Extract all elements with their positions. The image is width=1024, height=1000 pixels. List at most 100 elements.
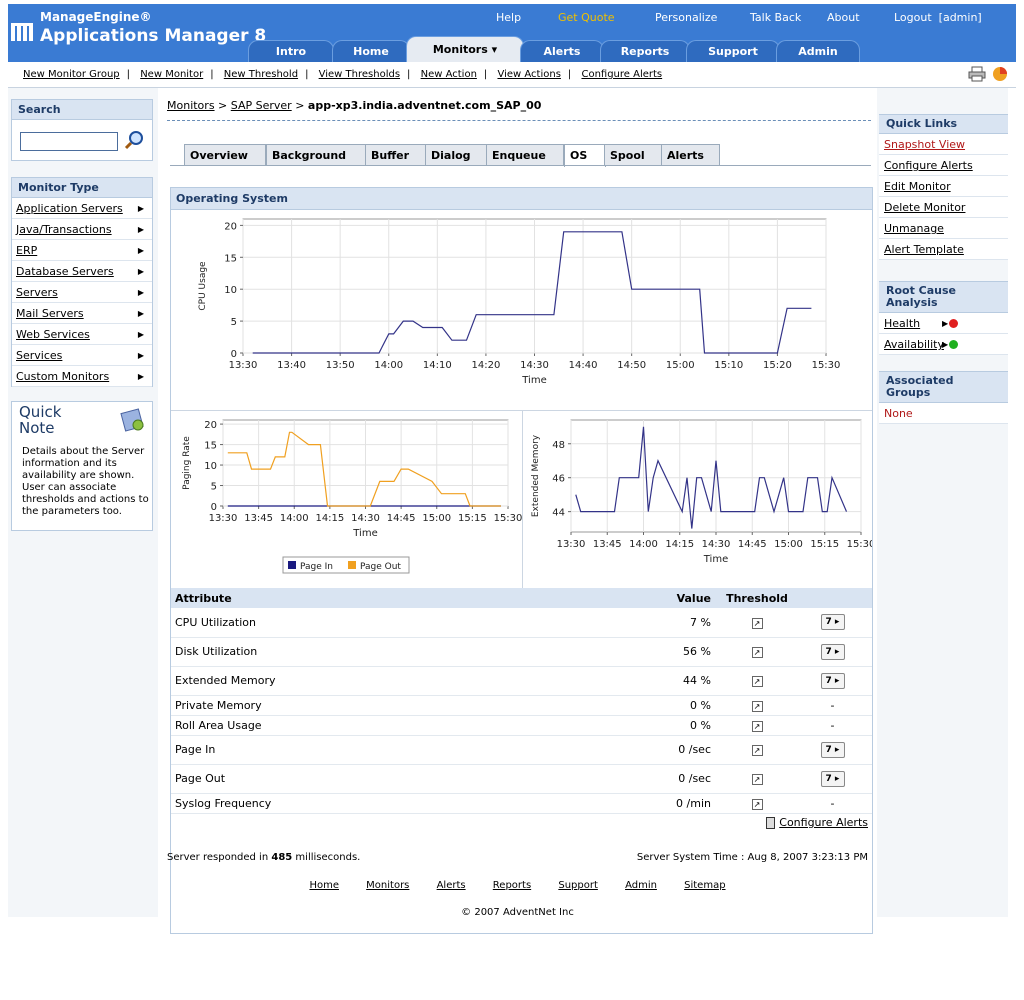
subtab-buffer[interactable]: Buffer xyxy=(365,144,427,166)
new-action-link[interactable]: New Action xyxy=(421,69,477,80)
subtab-enqueue[interactable]: Enqueue xyxy=(486,144,564,166)
search-input[interactable] xyxy=(20,132,118,151)
attribute-value: 0 % xyxy=(649,715,721,736)
delete-monitor-link[interactable]: Delete Monitor xyxy=(879,197,1008,218)
about-link[interactable]: About xyxy=(827,11,860,24)
subtab-label: Enqueue xyxy=(492,149,546,162)
monitor-type-java-transactions[interactable]: Java/Transactions ▶ xyxy=(12,219,152,240)
history-report-button[interactable]: 7 ▸ xyxy=(820,643,845,660)
footer-support-link[interactable]: Support xyxy=(558,880,598,891)
pie-chart-icon[interactable] xyxy=(992,66,1008,82)
x-tick-label: 15:30 xyxy=(847,539,872,550)
subtab-label: Alerts xyxy=(667,149,704,162)
history-report-button[interactable]: 7 ▸ xyxy=(820,614,845,631)
alert-template-link[interactable]: Alert Template xyxy=(879,239,1008,260)
footer-admin-link[interactable]: Admin xyxy=(625,880,657,891)
threshold-edit-icon[interactable]: ↗ xyxy=(751,676,763,687)
monitor-type-panel: Monitor Type Application Servers ▶ Java/T… xyxy=(11,177,153,387)
subtab-alerts[interactable]: Alerts xyxy=(661,144,720,166)
no-action: - xyxy=(830,718,835,732)
history-report-button[interactable]: 7 ▸ xyxy=(820,741,845,758)
footer-monitors-link[interactable]: Monitors xyxy=(366,880,409,891)
tab-label: Support xyxy=(708,45,758,58)
configure-alerts-link[interactable]: Configure Alerts xyxy=(581,69,662,80)
x-tick-label: 15:00 xyxy=(774,539,803,550)
tab-support[interactable]: Support xyxy=(686,40,780,62)
threshold-edit-icon[interactable]: ↗ xyxy=(751,617,763,629)
new-threshold-link[interactable]: New Threshold xyxy=(224,69,298,80)
x-tick-label: 14:30 xyxy=(351,513,380,524)
logout-link[interactable]: Logout [admin] xyxy=(894,11,982,24)
y-tick-label: 20 xyxy=(224,221,237,232)
sub-navigation: New Monitor Group | New Monitor | New Thre… xyxy=(8,62,1016,88)
help-link[interactable]: Help xyxy=(496,11,521,24)
subtab-os[interactable]: OS xyxy=(564,144,606,167)
footer-alerts-link[interactable]: Alerts xyxy=(437,880,466,891)
unmanage-link[interactable]: Unmanage xyxy=(879,218,1008,239)
history-report-button[interactable]: 7 ▸ xyxy=(820,770,845,787)
tab-home[interactable]: Home xyxy=(332,40,410,62)
action-cell: 7 ▸ xyxy=(793,608,872,638)
threshold-edit-icon[interactable]: ↗ xyxy=(751,720,763,732)
tab-intro[interactable]: Intro xyxy=(248,40,334,62)
alert-config-icon xyxy=(766,817,776,829)
monitor-type-services[interactable]: Services ▶ xyxy=(12,345,152,366)
x-tick-label: 13:30 xyxy=(557,539,586,550)
monitor-type-label: Java/Transactions xyxy=(16,223,112,236)
availability-status-icon[interactable] xyxy=(949,340,958,349)
monitor-type-database-servers[interactable]: Database Servers ▶ xyxy=(12,261,152,282)
attribute-table: Attribute Value Threshold CPU Utilizatio… xyxy=(171,588,872,814)
monitor-type-mail-servers[interactable]: Mail Servers ▶ xyxy=(12,303,152,324)
footer-reports-link[interactable]: Reports xyxy=(493,880,531,891)
footer-home-link[interactable]: Home xyxy=(309,880,339,891)
x-tick-label: 14:15 xyxy=(315,513,344,524)
arrow-right-icon: ▶ xyxy=(137,372,144,381)
configure-alerts-quick-link[interactable]: Configure Alerts xyxy=(879,155,1008,176)
monitor-type-erp[interactable]: ERP ▶ xyxy=(12,240,152,261)
threshold-edit-icon[interactable]: ↗ xyxy=(751,798,763,810)
subtab-background[interactable]: Background xyxy=(266,144,367,166)
subtab-overview[interactable]: Overview xyxy=(184,144,266,166)
threshold-edit-icon[interactable]: ↗ xyxy=(751,774,763,785)
snapshot-view-link[interactable]: Snapshot View xyxy=(879,134,1008,155)
edit-monitor-link[interactable]: Edit Monitor xyxy=(879,176,1008,197)
x-tick-label: 13:45 xyxy=(244,513,273,524)
y-axis-label: CPU Usage xyxy=(198,261,208,311)
new-monitor-group-link[interactable]: New Monitor Group xyxy=(23,69,120,80)
history-report-button[interactable]: 7 ▸ xyxy=(820,672,845,689)
attribute-name: Disk Utilization xyxy=(171,637,649,667)
subtab-spool[interactable]: Spool xyxy=(604,144,662,166)
health-link[interactable]: Health xyxy=(884,317,920,330)
configure-alerts-link[interactable]: Configure Alerts xyxy=(779,816,868,829)
view-actions-link[interactable]: View Actions xyxy=(497,69,560,80)
get-quote-link[interactable]: Get Quote xyxy=(558,11,615,24)
tab-monitors[interactable]: Monitors ▾ xyxy=(406,36,524,62)
threshold-edit-icon[interactable]: ↗ xyxy=(751,647,763,658)
subtab-label: Buffer xyxy=(371,149,410,162)
monitor-type-application-servers[interactable]: Application Servers ▶ xyxy=(12,198,152,219)
availability-link[interactable]: Availability xyxy=(884,338,944,351)
breadcrumb-sap-server[interactable]: SAP Server xyxy=(231,99,292,112)
tab-reports[interactable]: Reports xyxy=(600,40,690,62)
health-status-icon[interactable] xyxy=(949,319,958,328)
search-icon[interactable] xyxy=(124,130,144,150)
tab-admin[interactable]: Admin xyxy=(776,40,860,62)
monitor-type-custom-monitors[interactable]: Custom Monitors ▶ xyxy=(12,366,152,387)
talk-back-link[interactable]: Talk Back xyxy=(750,11,801,24)
response-prefix: Server responded in xyxy=(167,852,269,863)
monitor-type-web-services[interactable]: Web Services ▶ xyxy=(12,324,152,345)
attribute-name: Private Memory xyxy=(171,695,649,716)
subtab-dialog[interactable]: Dialog xyxy=(425,144,488,166)
monitor-type-servers[interactable]: Servers ▶ xyxy=(12,282,152,303)
tab-alerts[interactable]: Alerts xyxy=(520,40,604,62)
breadcrumb-monitors[interactable]: Monitors xyxy=(167,99,215,112)
print-icon[interactable] xyxy=(968,66,986,82)
x-tick-label: 15:20 xyxy=(763,360,792,371)
y-tick-label: 46 xyxy=(552,474,565,485)
view-thresholds-link[interactable]: View Thresholds xyxy=(319,69,400,80)
threshold-edit-icon[interactable]: ↗ xyxy=(751,700,763,712)
personalize-link[interactable]: Personalize xyxy=(655,11,717,24)
new-monitor-link[interactable]: New Monitor xyxy=(140,69,203,80)
footer-sitemap-link[interactable]: Sitemap xyxy=(684,880,725,891)
threshold-edit-icon[interactable]: ↗ xyxy=(751,745,763,756)
